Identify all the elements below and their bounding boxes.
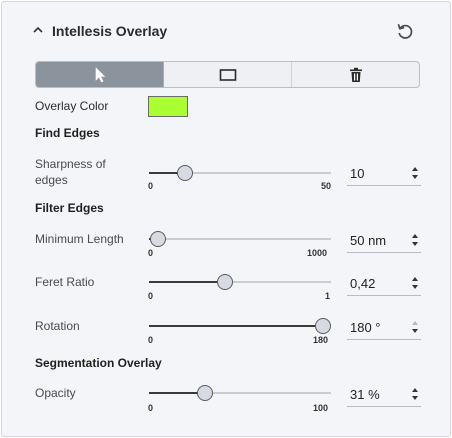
filter-edges-heading: Filter Edges: [35, 201, 104, 215]
rotation-value: 180 °: [350, 320, 381, 335]
feret-ratio-label: Feret Ratio: [35, 275, 95, 289]
sharpness-min-tick: 0: [148, 181, 154, 191]
delete-tool-button[interactable]: [292, 62, 419, 87]
rotation-min-tick: 0: [148, 335, 154, 345]
feret-ratio-spinbox[interactable]: 0,42: [347, 272, 421, 296]
opacity-label: Opacity: [35, 386, 76, 400]
opacity-min-tick: 0: [148, 403, 154, 413]
slider-track: [149, 238, 331, 240]
slider-thumb[interactable]: [197, 385, 214, 401]
min-length-label: Minimum Length: [35, 232, 124, 246]
min-length-spinbox[interactable]: 50 nm: [347, 229, 421, 253]
stepper-arrows-icon[interactable]: [411, 386, 419, 402]
opacity-value: 31 %: [350, 387, 380, 402]
rotation-max-tick: 180: [313, 335, 329, 345]
slider-thumb[interactable]: [217, 274, 234, 290]
sharpness-spinbox[interactable]: 10: [347, 162, 421, 186]
segmentation-overlay-heading: Segmentation Overlay: [35, 356, 162, 370]
panel-header[interactable]: Intellesis Overlay: [2, 2, 450, 62]
reset-icon[interactable]: [394, 20, 416, 42]
slider-thumb[interactable]: [315, 318, 331, 334]
stepper-arrows-icon[interactable]: [411, 232, 419, 248]
min-length-slider[interactable]: [149, 227, 331, 251]
sharpness-label-line1: Sharpness of: [35, 157, 106, 171]
rotation-label: Rotation: [35, 319, 80, 333]
min-length-min-tick: 0: [148, 248, 154, 258]
panel-title: Intellesis Overlay: [52, 23, 168, 39]
feret-ratio-slider[interactable]: [149, 270, 331, 294]
opacity-spinbox[interactable]: 31 %: [347, 383, 421, 407]
chevron-up-icon[interactable]: [32, 24, 44, 36]
stepper-arrows-icon[interactable]: [411, 319, 419, 335]
overlay-color-swatch[interactable]: [148, 96, 188, 117]
feret-ratio-value: 0,42: [350, 276, 376, 291]
intellesis-overlay-panel: Intellesis Overlay Overlay Color Find Ed…: [1, 1, 451, 437]
sharpness-max-tick: 50: [321, 181, 332, 191]
pointer-tool-button[interactable]: [36, 62, 164, 87]
sharpness-value: 10: [350, 166, 365, 181]
slider-thumb[interactable]: [150, 231, 167, 247]
overlay-color-label: Overlay Color: [35, 99, 109, 113]
min-length-max-tick: 1000: [307, 248, 328, 258]
pointer-icon: [95, 66, 105, 82]
rotation-slider[interactable]: [149, 314, 331, 338]
rectangle-icon: [219, 68, 236, 81]
opacity-max-tick: 100: [313, 403, 329, 413]
feret-ratio-min-tick: 0: [148, 291, 154, 301]
slider-thumb[interactable]: [177, 165, 194, 181]
rectangle-tool-button[interactable]: [164, 62, 292, 87]
stepper-arrows-icon[interactable]: [411, 275, 419, 291]
rotation-spinbox[interactable]: 180 °: [347, 316, 421, 340]
feret-ratio-max-tick: 1: [325, 291, 331, 301]
stepper-arrows-icon[interactable]: [411, 165, 419, 181]
slider-fill: [149, 325, 323, 327]
trash-icon: [349, 67, 362, 82]
min-length-value: 50 nm: [350, 233, 387, 248]
slider-fill: [149, 281, 226, 283]
opacity-slider[interactable]: [149, 381, 331, 405]
tool-selector: [35, 61, 420, 88]
sharpness-label-line2: edges: [35, 173, 68, 187]
sharpness-slider[interactable]: [149, 161, 331, 185]
find-edges-heading: Find Edges: [35, 126, 100, 140]
